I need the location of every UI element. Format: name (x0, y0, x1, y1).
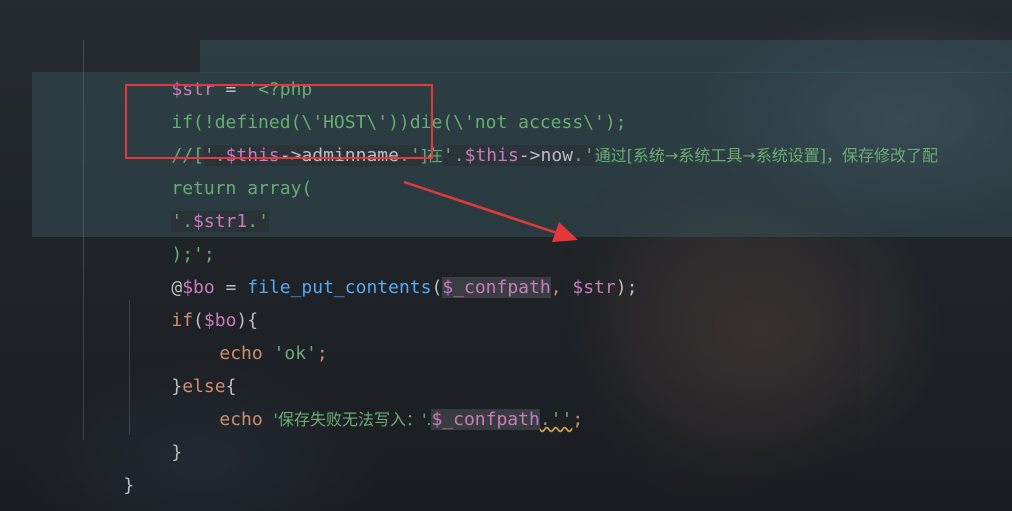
annotation-arrow-icon (403, 180, 578, 242)
